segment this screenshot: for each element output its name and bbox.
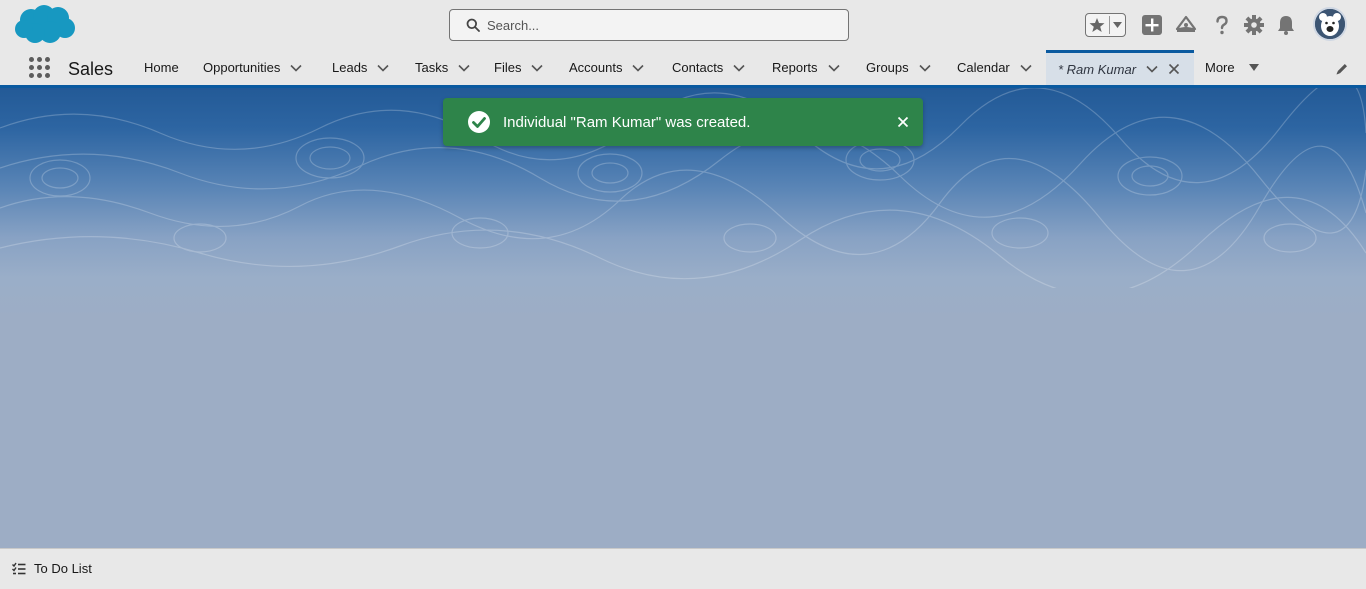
favorites-button[interactable] — [1085, 13, 1126, 37]
global-search[interactable] — [449, 9, 849, 41]
more-label: More — [1205, 60, 1235, 75]
success-toast: Individual "Ram Kumar" was created. — [443, 98, 923, 146]
todo-list-label: To Do List — [34, 561, 92, 576]
nav-item-label: Opportunities — [203, 60, 281, 75]
search-input[interactable] — [487, 14, 837, 36]
pencil-edit-icon[interactable] — [1335, 62, 1349, 76]
user-avatar[interactable] — [1313, 7, 1347, 41]
chevron-down-icon[interactable] — [1146, 63, 1158, 75]
nav-item-label: Accounts — [569, 60, 623, 75]
nav-item-label: Home — [144, 60, 179, 75]
global-header — [0, 0, 1366, 50]
chevron-down-icon[interactable] — [458, 62, 470, 74]
nav-item-label: Reports — [772, 60, 818, 75]
app-navigation-bar: Sales Home Opportunities Leads Tasks Fil… — [0, 50, 1366, 88]
salesforce-logo-icon[interactable] — [14, 4, 76, 46]
chevron-down-icon[interactable] — [919, 62, 931, 74]
chevron-down-icon[interactable] — [1020, 62, 1032, 74]
tab-ram-kumar[interactable]: * Ram Kumar — [1046, 50, 1194, 85]
close-icon[interactable] — [896, 115, 910, 129]
success-check-icon — [468, 111, 490, 133]
nav-item-home[interactable]: Home — [144, 50, 179, 85]
chevron-down-icon[interactable] — [290, 62, 302, 74]
nav-item-label: Contacts — [672, 60, 724, 75]
nav-item-contacts[interactable]: Contacts — [672, 50, 745, 85]
astro-bear-icon — [1315, 9, 1345, 39]
trailhead-icon[interactable] — [1175, 14, 1197, 36]
nav-item-opportunities[interactable]: Opportunities — [203, 50, 302, 85]
nav-item-label: Files — [494, 60, 522, 75]
nav-item-label: Leads — [332, 60, 368, 75]
tab-label: * Ram Kumar — [1058, 61, 1137, 77]
bell-icon[interactable] — [1275, 14, 1297, 36]
nav-item-tasks[interactable]: Tasks — [415, 50, 470, 85]
nav-item-label: Groups — [866, 60, 909, 75]
chevron-down-icon[interactable] — [733, 62, 745, 74]
app-name: Sales — [68, 59, 114, 79]
chevron-down-icon[interactable] — [827, 62, 840, 74]
nav-item-label: Tasks — [415, 60, 449, 75]
chevron-down-icon[interactable] — [632, 62, 645, 74]
main-content-background — [0, 88, 1366, 548]
todo-list-button[interactable]: To Do List — [12, 561, 92, 576]
nav-item-groups[interactable]: Groups — [866, 50, 931, 85]
caret-down-icon — [1248, 64, 1259, 71]
chevron-down-icon[interactable] — [377, 62, 389, 74]
utility-bar: To Do List — [0, 548, 1366, 589]
chevron-down-icon[interactable] — [1113, 22, 1122, 29]
search-icon — [466, 18, 480, 32]
nav-item-files[interactable]: Files — [494, 50, 544, 85]
help-icon[interactable] — [1211, 14, 1233, 36]
nav-item-leads[interactable]: Leads — [332, 50, 389, 85]
star-icon — [1089, 18, 1105, 32]
app-launcher-icon[interactable] — [29, 57, 51, 79]
nav-item-label: Calendar — [957, 60, 1010, 75]
nav-item-calendar[interactable]: Calendar — [957, 50, 1032, 85]
chevron-down-icon[interactable] — [531, 62, 544, 74]
plus-icon[interactable] — [1141, 14, 1163, 36]
gear-icon[interactable] — [1243, 14, 1265, 36]
todo-list-icon — [12, 562, 26, 574]
divider — [1109, 16, 1110, 34]
toast-message: Individual "Ram Kumar" was created. — [503, 114, 751, 131]
nav-item-accounts[interactable]: Accounts — [569, 50, 645, 85]
close-tab-icon[interactable] — [1168, 63, 1180, 75]
nav-more-menu[interactable]: More — [1205, 50, 1259, 85]
nav-item-reports[interactable]: Reports — [772, 50, 840, 85]
